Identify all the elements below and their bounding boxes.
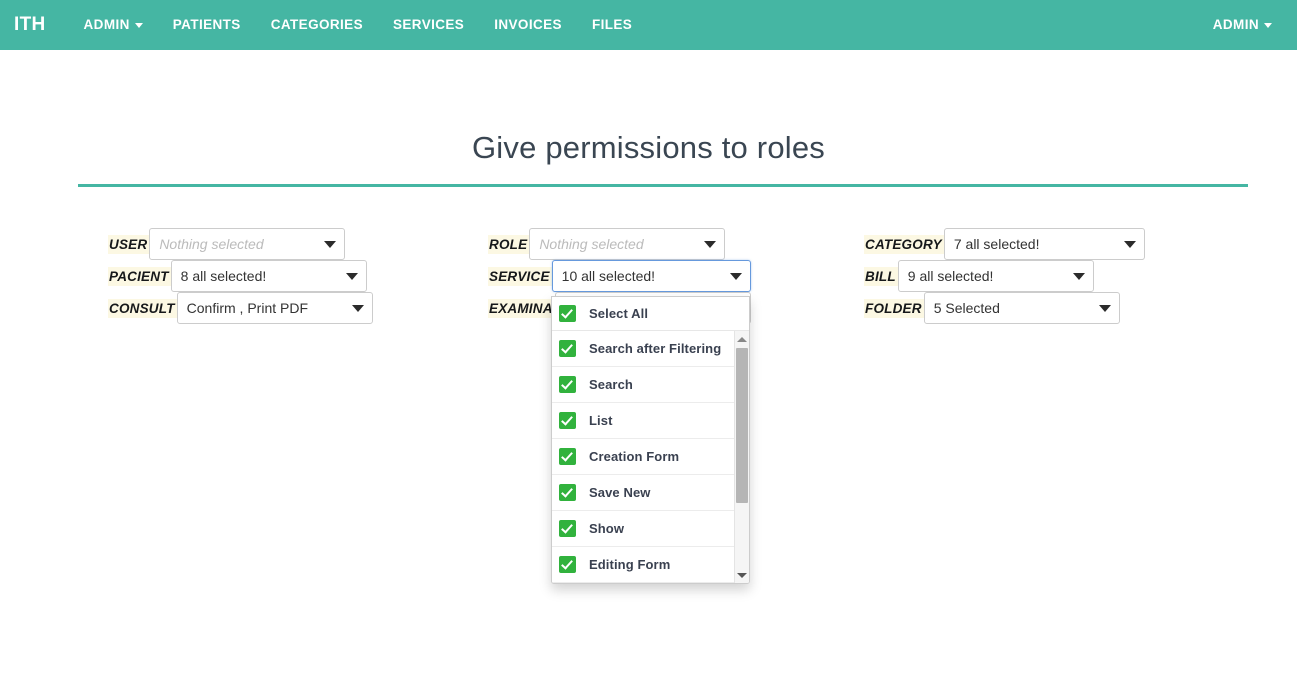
label-consult: CONSULT: [108, 298, 177, 318]
checkbox-checked-icon[interactable]: [559, 556, 576, 573]
form-row-bill: BILL 9 all selected!: [864, 260, 1094, 292]
checkbox-checked-icon[interactable]: [559, 340, 576, 357]
title-divider: [78, 184, 1248, 187]
chevron-down-icon: [704, 240, 717, 248]
dropdown-scrollbar[interactable]: [734, 331, 749, 583]
form-row-pacient: PACIENT 8 all selected!: [108, 260, 367, 292]
chevron-down-icon: [1264, 22, 1272, 28]
nav-item-admin[interactable]: ADMIN: [69, 0, 158, 50]
select-role[interactable]: Nothing selected: [529, 228, 726, 260]
label-role: ROLE: [488, 234, 530, 254]
dropdown-item-label: Save New: [589, 485, 651, 500]
chevron-down-icon: [134, 22, 143, 28]
top-navbar: ITH ADMIN PATIENTS CATEGORIES SERVICES I…: [0, 0, 1297, 50]
arrow-up-icon: [737, 336, 747, 342]
arrow-down-icon: [737, 572, 747, 578]
dropdown-scroll-area: Search after Filtering Search List Creat…: [552, 331, 749, 583]
select-bill[interactable]: 9 all selected!: [897, 260, 1094, 292]
dropdown-item-label: Search after Filtering: [589, 341, 722, 356]
chevron-down-icon: [729, 272, 742, 280]
select-category-value: 7 all selected!: [953, 236, 1040, 252]
select-folder-value: 5 Selected: [933, 300, 1000, 316]
dropdown-item-label: Creation Form: [589, 449, 680, 464]
form-row-user: USER Nothing selected: [108, 228, 346, 260]
form-row-consult: CONSULT Confirm , Print PDF: [108, 292, 373, 324]
label-bill: BILL: [864, 266, 898, 286]
label-examina: EXAMINA: [488, 298, 555, 318]
label-folder: FOLDER: [864, 298, 924, 318]
checkbox-checked-icon[interactable]: [559, 484, 576, 501]
chevron-down-icon: [351, 304, 364, 312]
dropdown-item-label: Editing Form: [589, 557, 671, 572]
chevron-down-icon: [324, 240, 337, 248]
nav-item-services[interactable]: SERVICES: [378, 0, 479, 50]
scroll-up-button[interactable]: [735, 332, 749, 346]
chevron-down-icon: [345, 272, 358, 280]
label-service: SERVICE: [488, 266, 552, 286]
navbar-right: ADMIN: [1198, 0, 1297, 50]
select-category[interactable]: 7 all selected!: [943, 228, 1145, 260]
nav-item-patients[interactable]: PATIENTS: [158, 0, 256, 50]
select-folder[interactable]: 5 Selected: [923, 292, 1120, 324]
select-consult-value: Confirm , Print PDF: [186, 300, 309, 316]
select-service-value: 10 all selected!: [561, 268, 656, 284]
nav-item-invoices[interactable]: INVOICES: [479, 0, 577, 50]
scrollbar-thumb[interactable]: [736, 348, 748, 503]
dropdown-item-show[interactable]: Show: [552, 511, 749, 547]
dropdown-item-search[interactable]: Search: [552, 367, 749, 403]
select-user-value: Nothing selected: [159, 236, 264, 252]
checkbox-checked-icon[interactable]: [559, 376, 576, 393]
nav-item-admin-label: ADMIN: [83, 17, 130, 32]
scroll-down-button[interactable]: [735, 568, 749, 582]
dropdown-item-label: Search: [589, 377, 633, 392]
dropdown-item-save-new[interactable]: Save New: [552, 475, 749, 511]
checkbox-checked-icon[interactable]: [559, 520, 576, 537]
label-pacient: PACIENT: [108, 266, 171, 286]
dropdown-item-editing-form[interactable]: Editing Form: [552, 547, 749, 583]
checkbox-checked-icon[interactable]: [559, 305, 576, 322]
select-bill-value: 9 all selected!: [907, 268, 994, 284]
checkbox-checked-icon[interactable]: [559, 448, 576, 465]
user-menu-admin[interactable]: ADMIN: [1198, 0, 1287, 50]
primary-nav: ADMIN PATIENTS CATEGORIES SERVICES INVOI…: [69, 0, 648, 50]
select-role-value: Nothing selected: [539, 236, 644, 252]
select-pacient[interactable]: 8 all selected!: [170, 260, 367, 292]
select-user[interactable]: Nothing selected: [149, 228, 346, 260]
form-row-service: SERVICE 10 all selected!: [488, 260, 751, 292]
dropdown-item-list[interactable]: List: [552, 403, 749, 439]
chevron-down-icon: [1072, 272, 1085, 280]
dropdown-item-label: Show: [589, 521, 625, 536]
label-user: USER: [108, 234, 150, 254]
dropdown-item-search-after-filtering[interactable]: Search after Filtering: [552, 331, 749, 367]
select-pacient-value: 8 all selected!: [180, 268, 267, 284]
service-dropdown-menu: Select All Search after Filtering Search…: [551, 296, 750, 584]
dropdown-item-label: Select All: [589, 306, 649, 321]
brand-logo[interactable]: ITH: [0, 0, 61, 50]
dropdown-item-label: List: [589, 413, 613, 428]
chevron-down-icon: [1098, 304, 1111, 312]
page-title: Give permissions to roles: [471, 130, 825, 165]
select-consult[interactable]: Confirm , Print PDF: [176, 292, 373, 324]
dropdown-item-creation-form[interactable]: Creation Form: [552, 439, 749, 475]
nav-item-categories[interactable]: CATEGORIES: [256, 0, 378, 50]
dropdown-item-select-all[interactable]: Select All: [552, 297, 749, 331]
label-category: CATEGORY: [864, 234, 944, 254]
checkbox-checked-icon[interactable]: [559, 412, 576, 429]
select-service[interactable]: 10 all selected!: [551, 260, 751, 292]
nav-item-files[interactable]: FILES: [577, 0, 647, 50]
form-row-folder: FOLDER 5 Selected: [864, 292, 1120, 324]
form-row-role: ROLE Nothing selected: [488, 228, 726, 260]
form-row-category: CATEGORY 7 all selected!: [864, 228, 1145, 260]
user-menu-label: ADMIN: [1212, 17, 1259, 32]
chevron-down-icon: [1123, 240, 1136, 248]
